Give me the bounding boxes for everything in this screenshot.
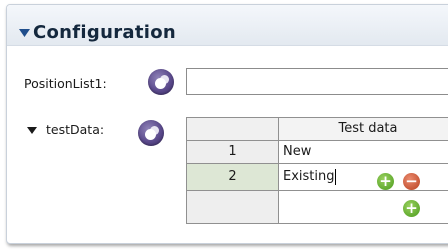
row-header[interactable] <box>186 190 279 224</box>
row-header[interactable]: 2 <box>186 163 279 191</box>
text-cursor <box>334 168 336 185</box>
test-data-label: testData: <box>46 122 105 137</box>
table-cell-editing[interactable]: Existing <box>278 163 448 191</box>
expand-triangle-icon[interactable] <box>27 127 37 134</box>
table-cell[interactable] <box>278 190 448 224</box>
position-list-picker-icon[interactable] <box>148 69 174 95</box>
table-cell[interactable]: New <box>278 140 448 164</box>
add-row-icon[interactable]: + <box>403 200 420 217</box>
cell-value: Existing <box>283 169 335 184</box>
remove-row-icon[interactable]: − <box>403 173 420 190</box>
column-header-test-data: Test data <box>278 117 448 141</box>
row-header[interactable]: 1 <box>186 140 279 164</box>
test-data-picker-icon[interactable] <box>138 120 164 146</box>
collapse-triangle-icon[interactable] <box>19 29 30 37</box>
add-row-icon[interactable]: + <box>377 173 394 190</box>
position-list-label: PositionList1: <box>24 76 107 91</box>
position-list-input[interactable] <box>186 68 448 95</box>
section-title: Configuration <box>33 22 176 43</box>
section-header[interactable]: Configuration <box>7 5 448 46</box>
table-corner-cell <box>186 117 279 141</box>
